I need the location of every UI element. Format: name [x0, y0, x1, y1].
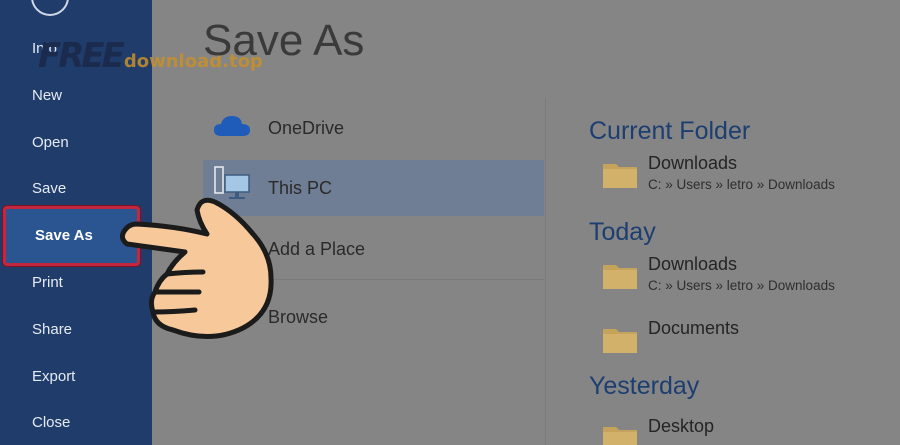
- recent-folder-item[interactable]: Desktop: [600, 416, 890, 445]
- sidebar-item-export[interactable]: Export: [0, 357, 152, 397]
- recent-folder-item[interactable]: Downloads C: » Users » letro » Downloads: [600, 254, 890, 298]
- folder-icon: [603, 427, 637, 445]
- place-label: OneDrive: [268, 118, 345, 138]
- folder-name: Documents: [648, 318, 740, 338]
- sidebar-item-open[interactable]: Open: [0, 123, 152, 163]
- group-heading-current-folder: Current Folder: [589, 117, 751, 145]
- folder-name: Desktop: [648, 416, 715, 436]
- pane-divider: [545, 98, 546, 445]
- folder-path: C: » Users » letro » Downloads: [648, 278, 835, 293]
- folder-name: Downloads: [648, 254, 738, 274]
- group-heading-today: Today: [589, 218, 656, 246]
- place-onedrive[interactable]: OneDrive: [203, 100, 544, 156]
- sidebar-item-new[interactable]: New: [0, 76, 152, 116]
- recent-folder-item[interactable]: Downloads C: » Users » letro » Downloads: [600, 153, 890, 197]
- page-title: Save As: [203, 16, 365, 65]
- recent-folder-item[interactable]: Documents: [600, 318, 890, 362]
- group-heading-yesterday: Yesterday: [589, 372, 700, 400]
- watermark-prefix: FREE: [38, 36, 125, 76]
- folder-path: C: » Users » letro » Downloads: [648, 177, 835, 192]
- folder-icon: [603, 265, 637, 289]
- cloud-icon: [214, 116, 250, 136]
- folder-icon: [603, 329, 637, 353]
- sidebar-item-close[interactable]: Close: [0, 403, 152, 443]
- folder-name: Downloads: [648, 153, 738, 173]
- back-arrow-icon[interactable]: [31, 0, 69, 16]
- pointing-hand-icon: [119, 197, 274, 340]
- folder-icon: [603, 164, 637, 188]
